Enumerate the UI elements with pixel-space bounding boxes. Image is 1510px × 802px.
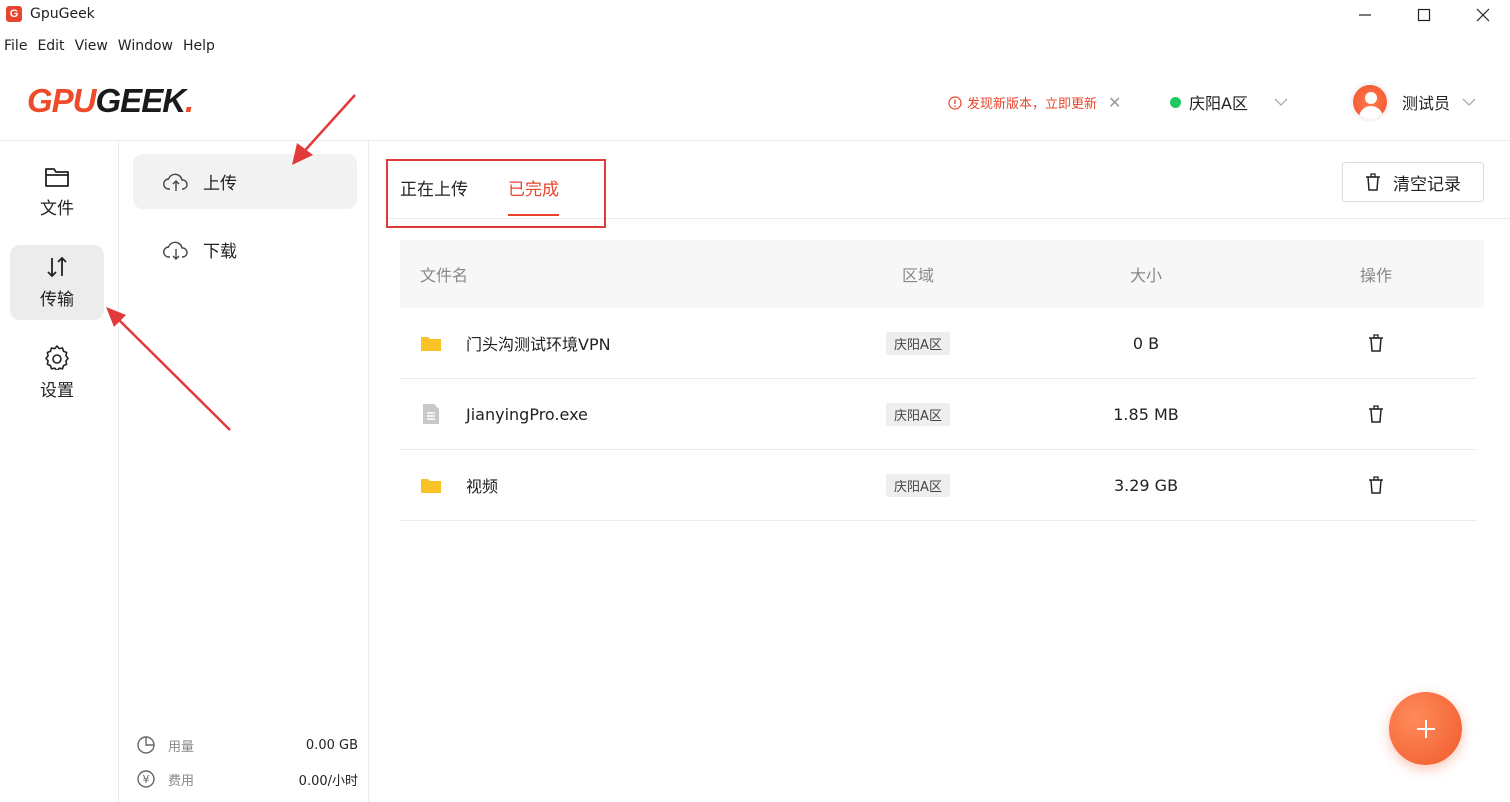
cloud-download-icon — [163, 241, 188, 260]
column-header-region: 区域 — [901, 266, 934, 285]
user-name: 测试员 — [1402, 94, 1451, 113]
file-icon — [423, 404, 439, 424]
region-tag: 庆阳A区 — [886, 331, 950, 355]
menu-edit[interactable]: Edit — [37, 38, 64, 62]
table-row[interactable]: 门头沟测试环境VPN 庆阳A区 0 B — [400, 308, 1477, 379]
region-selector[interactable]: 庆阳A区 — [1170, 90, 1288, 114]
pie-chart-icon — [137, 736, 155, 754]
minimize-icon — [1359, 14, 1371, 16]
trash-icon[interactable] — [1368, 405, 1384, 423]
dismiss-update-icon[interactable]: ✕ — [1108, 93, 1121, 112]
online-status-dot — [1170, 96, 1181, 108]
trash-icon[interactable] — [1368, 476, 1384, 494]
close-window-button[interactable] — [1463, 4, 1503, 26]
subnav-download[interactable]: 下载 — [133, 222, 357, 277]
main-panel: 正在上传 已完成 清空记录 文件名 区域 大小 操作 门头沟测试环境VPN 庆阳… — [370, 141, 1510, 802]
brand-logo: GPUGEEK. — [27, 82, 194, 119]
cloud-upload-icon — [163, 173, 188, 191]
column-header-size: 大小 — [1129, 266, 1162, 285]
nav-item-transfer[interactable]: 传输 — [10, 245, 104, 320]
table-row[interactable]: JianyingPro.exe 庆阳A区 1.85 MB — [400, 379, 1477, 450]
file-name: 视频 — [466, 477, 499, 496]
update-notice-text: 发现新版本，立即更新 — [967, 97, 1098, 112]
subnav-upload-label: 上传 — [203, 174, 237, 194]
file-size: 0 B — [1132, 333, 1160, 353]
add-transfer-button[interactable] — [1389, 692, 1462, 765]
menu-help[interactable]: Help — [183, 38, 215, 62]
menu-file[interactable]: File — [4, 38, 27, 62]
title-bar: G GpuGeek — [0, 0, 1510, 30]
usage-label: 用量 — [168, 739, 195, 755]
region-label: 庆阳A区 — [1189, 94, 1248, 113]
cost-label: 费用 — [168, 773, 195, 789]
gear-icon — [45, 345, 69, 370]
region-tag: 庆阳A区 — [886, 402, 950, 426]
nav-item-files-label: 文件 — [40, 199, 74, 219]
folder-icon — [421, 479, 441, 493]
transfer-table: 文件名 区域 大小 操作 门头沟测试环境VPN 庆阳A区 0 B Jianyin… — [400, 240, 1484, 521]
app-logo-icon: G — [6, 6, 22, 22]
trash-icon — [1366, 173, 1380, 191]
nav-item-transfer-label: 传输 — [40, 290, 74, 310]
yuan-icon: ¥ — [137, 770, 155, 788]
menu-view[interactable]: View — [75, 38, 108, 62]
subnav-download-label: 下载 — [203, 242, 237, 262]
nav-item-settings[interactable]: 设置 — [10, 335, 104, 410]
folder-icon — [45, 168, 69, 187]
region-tag: 庆阳A区 — [886, 473, 950, 497]
app-header: GPUGEEK. 发现新版本，立即更新 ✕ 庆阳A区 测试员 — [0, 68, 1510, 141]
table-row[interactable]: 视频 庆阳A区 3.29 GB — [400, 450, 1477, 521]
primary-nav: 文件 传输 设置 — [0, 141, 231, 802]
clear-records-label: 清空记录 — [1393, 174, 1461, 195]
file-size: 3.29 GB — [1113, 475, 1179, 495]
maximize-button[interactable] — [1404, 4, 1444, 26]
menu-window[interactable]: Window — [118, 38, 173, 62]
table-header: 文件名 区域 大小 操作 — [400, 240, 1484, 308]
svg-text:¥: ¥ — [143, 773, 150, 786]
column-header-name: 文件名 — [420, 266, 469, 285]
cost-value: 0.00/小时 — [298, 773, 358, 789]
folder-icon — [421, 337, 441, 351]
window-title: GpuGeek — [30, 6, 95, 22]
menu-bar: File Edit View Window Help — [0, 38, 221, 62]
user-menu[interactable]: 测试员 — [1350, 82, 1476, 122]
trash-icon[interactable] — [1368, 334, 1384, 352]
avatar — [1350, 82, 1390, 122]
file-name: JianyingPro.exe — [466, 404, 588, 424]
file-name: 门头沟测试环境VPN — [466, 335, 611, 354]
chevron-down-icon — [1462, 98, 1476, 106]
transfer-subnav: 上传 下载 用量 0.00 GB ¥ 费用 0.00/小时 — [120, 94, 369, 802]
transfer-arrows-icon — [47, 256, 67, 278]
file-size: 1.85 MB — [1113, 404, 1179, 424]
chevron-down-icon — [1274, 98, 1288, 106]
annotation-arrow — [292, 94, 356, 165]
minimize-button[interactable] — [1345, 4, 1385, 26]
maximize-icon — [1417, 8, 1431, 22]
update-notice[interactable]: 发现新版本，立即更新 ✕ — [948, 93, 1121, 112]
clear-records-button[interactable]: 清空记录 — [1342, 162, 1484, 202]
cost-stat: ¥ 费用 0.00/小时 — [136, 769, 358, 789]
usage-stat: 用量 0.00 GB — [136, 735, 358, 755]
nav-item-files[interactable]: 文件 — [10, 155, 104, 230]
info-icon — [948, 95, 962, 110]
annotation-highlight-box — [386, 159, 606, 228]
nav-item-settings-label: 设置 — [40, 381, 74, 401]
usage-value: 0.00 GB — [305, 737, 358, 753]
plus-icon — [1416, 719, 1435, 738]
close-icon — [1476, 8, 1490, 22]
column-header-ops: 操作 — [1359, 266, 1392, 285]
